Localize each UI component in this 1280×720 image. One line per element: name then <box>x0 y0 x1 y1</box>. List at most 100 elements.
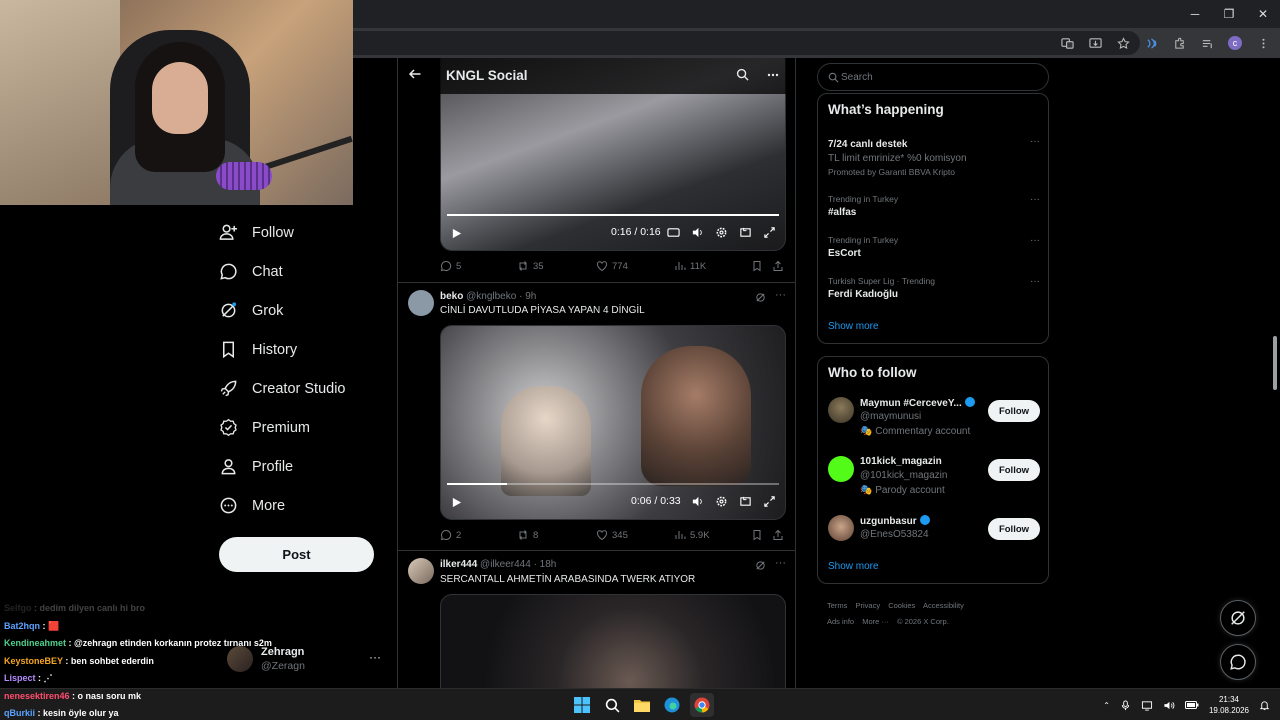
bookmark-button[interactable] <box>751 529 763 541</box>
follow-button[interactable]: Follow <box>988 518 1040 540</box>
chrome-browser-icon[interactable] <box>690 693 714 717</box>
notification-bell-icon[interactable] <box>1259 699 1270 711</box>
page-scrollbar[interactable] <box>1270 58 1280 688</box>
install-app-icon[interactable] <box>1084 32 1106 54</box>
volume-tray-icon[interactable] <box>1163 700 1175 711</box>
repost-button[interactable]: 8 <box>517 529 538 541</box>
trend-more-icon[interactable]: ··· <box>1030 136 1040 147</box>
maximize-button[interactable]: ❐ <box>1212 0 1246 28</box>
settings-gear-icon[interactable] <box>715 226 728 239</box>
footer-link-ads-info[interactable]: Ads info <box>827 617 854 626</box>
back-arrow-icon[interactable] <box>408 67 422 81</box>
settings-gear-icon[interactable] <box>715 495 728 508</box>
nav-item-follow[interactable]: Follow <box>219 213 294 252</box>
video-player[interactable] <box>440 594 786 688</box>
windows-start-icon[interactable] <box>570 693 594 717</box>
nav-item-chat[interactable]: Chat <box>219 252 283 291</box>
trend-more-icon[interactable]: ··· <box>1030 194 1040 205</box>
follow-suggestion[interactable]: uzgunbasur @EnesO53824 Follow <box>828 515 1040 555</box>
header-more-icon[interactable] <box>766 68 780 82</box>
header-search-icon[interactable] <box>736 68 749 81</box>
profile-avatar[interactable]: c <box>1224 32 1246 54</box>
share-button[interactable] <box>772 260 784 272</box>
tweet-more-icon[interactable]: ··· <box>775 289 786 301</box>
file-explorer-icon[interactable] <box>630 693 654 717</box>
microphone-icon[interactable] <box>1120 699 1131 711</box>
post-button[interactable]: Post <box>219 537 374 572</box>
footer-link-more[interactable]: More ··· <box>862 617 889 626</box>
nav-item-history[interactable]: History <box>219 330 297 369</box>
nav-item-premium[interactable]: Premium <box>219 408 310 447</box>
captions-icon[interactable] <box>667 226 680 239</box>
system-clock[interactable]: 21:34 19.08.2026 <box>1209 694 1249 716</box>
show-more-link[interactable]: Show more <box>828 321 879 332</box>
tweet-author[interactable]: ilker444 @ilkeer444 · 18h <box>440 559 556 570</box>
search-input[interactable]: Search <box>817 63 1049 91</box>
video-player[interactable]: 0:06 / 0:33 <box>440 325 786 520</box>
tweet-author[interactable]: beko @knglbeko · 9h <box>440 291 536 302</box>
edge-browser-icon[interactable] <box>660 693 684 717</box>
footer-link-privacy[interactable]: Privacy <box>856 601 881 610</box>
footer-link-cookies[interactable]: Cookies <box>888 601 915 610</box>
translate-icon[interactable] <box>1056 32 1078 54</box>
reply-button[interactable]: 5 <box>440 260 461 272</box>
bookmark-button[interactable] <box>751 260 763 272</box>
nav-item-more[interactable]: More <box>219 486 285 525</box>
views-button[interactable]: 11K <box>674 260 706 272</box>
scrollbar-thumb[interactable] <box>1273 336 1277 390</box>
fullscreen-icon[interactable] <box>763 226 776 239</box>
follow-button[interactable]: Follow <box>988 459 1040 481</box>
footer-link-terms[interactable]: Terms <box>827 601 847 610</box>
trend-item[interactable]: Trending in Turkey EsCort ··· <box>828 235 1040 259</box>
follow-suggestion[interactable]: 101kick_magazin @101kick_magazin 🎭 Parod… <box>828 456 1040 496</box>
extension-blue-icon[interactable] <box>1140 32 1162 54</box>
trend-item[interactable]: 7/24 canlı destek TL limit emrinize* %0 … <box>828 136 1040 177</box>
grok-explain-icon[interactable] <box>755 560 766 571</box>
grok-floating-button[interactable] <box>1220 600 1256 636</box>
taskbar-search-icon[interactable] <box>600 693 624 717</box>
trend-more-icon[interactable]: ··· <box>1030 276 1040 287</box>
views-button[interactable]: 5.9K <box>674 529 710 541</box>
fullscreen-icon[interactable] <box>763 495 776 508</box>
footer-link-accessibility[interactable]: Accessibility <box>923 601 964 610</box>
trend-more-icon[interactable]: ··· <box>1030 235 1040 246</box>
tweet-avatar[interactable] <box>408 290 434 316</box>
play-icon[interactable] <box>451 228 462 239</box>
trend-item[interactable]: Turkish Super Lig · Trending Ferdi Kadıo… <box>828 276 1040 300</box>
volume-icon[interactable] <box>691 495 704 508</box>
browser-menu-icon[interactable] <box>1252 32 1274 54</box>
network-icon[interactable] <box>1141 700 1153 711</box>
trend-item[interactable]: Trending in Turkey #alfas ··· <box>828 194 1040 218</box>
star-icon[interactable] <box>1112 32 1134 54</box>
share-button[interactable] <box>772 529 784 541</box>
picture-in-picture-icon[interactable] <box>739 226 752 239</box>
close-button[interactable]: ✕ <box>1246 0 1280 28</box>
trend-name: 7/24 canlı destek <box>828 139 908 150</box>
nav-item-creator-studio[interactable]: Creator Studio <box>219 369 346 408</box>
like-button[interactable]: 345 <box>596 529 628 541</box>
video-progress-bar[interactable] <box>447 483 779 485</box>
address-bar[interactable] <box>340 31 1140 55</box>
minimize-button[interactable]: ─ <box>1178 0 1212 28</box>
battery-icon[interactable] <box>1184 700 1199 710</box>
nav-item-grok[interactable]: Grok <box>219 291 283 330</box>
account-more-icon[interactable]: ··· <box>369 650 381 664</box>
tweet-more-icon[interactable]: ··· <box>775 557 786 569</box>
reply-button[interactable]: 2 <box>440 529 461 541</box>
messages-floating-button[interactable] <box>1220 644 1256 680</box>
like-button[interactable]: 774 <box>596 260 628 272</box>
picture-in-picture-icon[interactable] <box>739 495 752 508</box>
follow-suggestion[interactable]: Maymun #CerceveY... @maymunusi 🎭 Comment… <box>828 397 1040 437</box>
repost-button[interactable]: 35 <box>517 260 544 272</box>
follow-button[interactable]: Follow <box>988 400 1040 422</box>
video-progress-bar[interactable] <box>447 214 779 216</box>
extensions-icon[interactable] <box>1168 32 1190 54</box>
show-more-link[interactable]: Show more <box>828 561 879 572</box>
tweet-avatar[interactable] <box>408 558 434 584</box>
grok-explain-icon[interactable] <box>755 292 766 303</box>
tray-overflow-icon[interactable]: ⌃ <box>1103 701 1110 710</box>
nav-item-profile[interactable]: Profile <box>219 447 293 486</box>
play-icon[interactable] <box>451 497 462 508</box>
media-control-icon[interactable] <box>1196 32 1218 54</box>
volume-icon[interactable] <box>691 226 704 239</box>
